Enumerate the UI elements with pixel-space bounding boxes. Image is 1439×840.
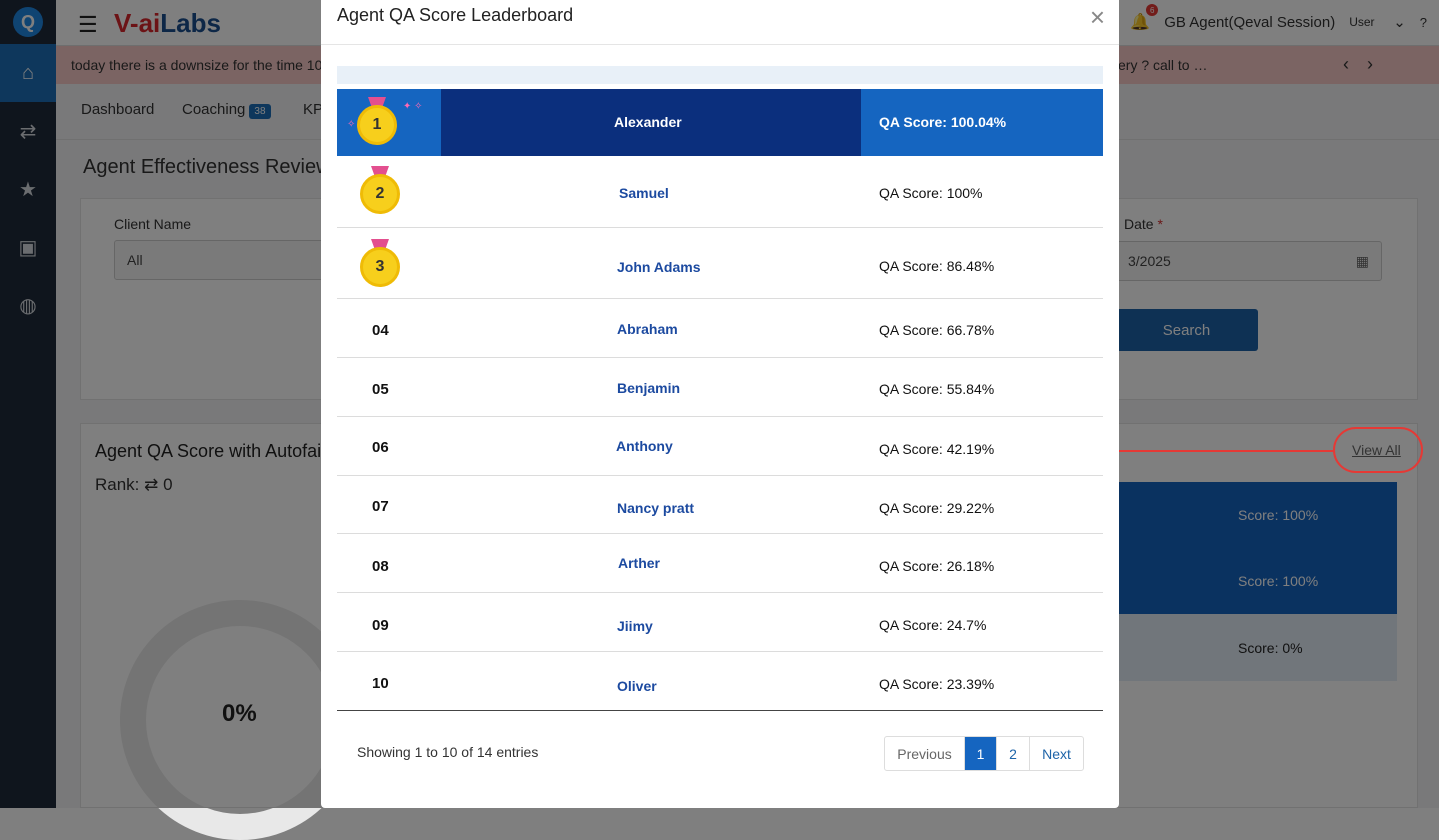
agent-name[interactable]: Arther xyxy=(618,555,660,571)
next-page-button[interactable]: Next xyxy=(1030,737,1083,770)
previous-page-button[interactable]: Previous xyxy=(885,737,965,770)
agent-name[interactable]: Benjamin xyxy=(617,380,680,396)
agent-name[interactable]: Anthony xyxy=(616,438,673,454)
rank-number: 10 xyxy=(372,675,389,692)
view-all-link[interactable]: View All xyxy=(1352,442,1401,458)
rank-1-name-cell: Alexander xyxy=(441,89,861,156)
leaderboard-modal: Agent QA Score Leaderboard × 1 ✦ ✧ ✧ Ale… xyxy=(321,0,1119,808)
leaderboard-table: 1 ✦ ✧ ✧ Alexander QA Score: 100.04% 2 Sa… xyxy=(337,89,1103,711)
silver-medal-icon: 2 xyxy=(360,166,400,214)
rank-number: 05 xyxy=(372,381,389,398)
agent-name[interactable]: Samuel xyxy=(619,185,669,201)
rank-number: 04 xyxy=(372,322,389,339)
annotation-arrow-line xyxy=(1107,450,1333,452)
rank-1-score-cell: QA Score: 100.04% xyxy=(861,89,1103,156)
leaderboard-row: 2 Samuel QA Score: 100% xyxy=(337,156,1103,228)
leaderboard-row: 05 Benjamin QA Score: 55.84% xyxy=(337,358,1103,417)
agent-name[interactable]: Nancy pratt xyxy=(617,500,694,516)
table-header-band xyxy=(337,66,1103,84)
page-1-button[interactable]: 1 xyxy=(965,737,997,770)
leaderboard-row: 04 Abraham QA Score: 66.78% xyxy=(337,299,1103,358)
rank-number: 09 xyxy=(372,617,389,634)
agent-score: QA Score: 100% xyxy=(879,185,983,201)
rank-number: 07 xyxy=(372,498,389,515)
close-icon[interactable]: × xyxy=(1090,2,1105,33)
bronze-medal-icon: 3 xyxy=(360,239,400,287)
agent-name[interactable]: John Adams xyxy=(617,259,701,275)
rank-1-cell: 1 ✦ ✧ ✧ xyxy=(337,89,441,156)
agent-name[interactable]: Oliver xyxy=(617,678,657,694)
agent-score: QA Score: 66.78% xyxy=(879,322,995,338)
leaderboard-row: 06 Anthony QA Score: 42.19% xyxy=(337,417,1103,476)
leaderboard-row: 10 Oliver QA Score: 23.39% xyxy=(337,652,1103,711)
modal-header: Agent QA Score Leaderboard × xyxy=(321,0,1119,45)
leaderboard-row: 07 Nancy pratt QA Score: 29.22% xyxy=(337,476,1103,534)
modal-title: Agent QA Score Leaderboard xyxy=(337,5,574,25)
agent-score: QA Score: 24.7% xyxy=(879,617,987,633)
agent-score: QA Score: 42.19% xyxy=(879,441,995,457)
confetti-icon: ✧ xyxy=(347,119,356,130)
leaderboard-row: 3 John Adams QA Score: 86.48% xyxy=(337,228,1103,299)
gold-medal-icon: 1 xyxy=(357,97,397,145)
leaderboard-row: 1 ✦ ✧ ✧ Alexander QA Score: 100.04% xyxy=(337,89,1103,156)
entries-info: Showing 1 to 10 of 14 entries xyxy=(357,744,539,760)
agent-score: QA Score: 23.39% xyxy=(879,676,995,692)
agent-name[interactable]: Jiimy xyxy=(617,618,653,634)
table-bottom-border xyxy=(337,710,1103,711)
agent-score: QA Score: 55.84% xyxy=(879,381,995,397)
leaderboard-row: 08 Arther QA Score: 26.18% xyxy=(337,534,1103,593)
leaderboard-row: 09 Jiimy QA Score: 24.7% xyxy=(337,593,1103,652)
agent-score: QA Score: 26.18% xyxy=(879,558,995,574)
agent-score: QA Score: 100.04% xyxy=(879,114,1007,130)
agent-name[interactable]: Abraham xyxy=(617,321,678,337)
pagination: Previous 1 2 Next xyxy=(884,736,1084,771)
page-2-button[interactable]: 2 xyxy=(997,737,1030,770)
agent-score: QA Score: 29.22% xyxy=(879,500,995,516)
confetti-icon: ✦ ✧ xyxy=(403,101,423,112)
agent-name[interactable]: Alexander xyxy=(614,114,682,130)
rank-number: 06 xyxy=(372,439,389,456)
agent-score: QA Score: 86.48% xyxy=(879,258,995,274)
rank-number: 08 xyxy=(372,558,389,575)
